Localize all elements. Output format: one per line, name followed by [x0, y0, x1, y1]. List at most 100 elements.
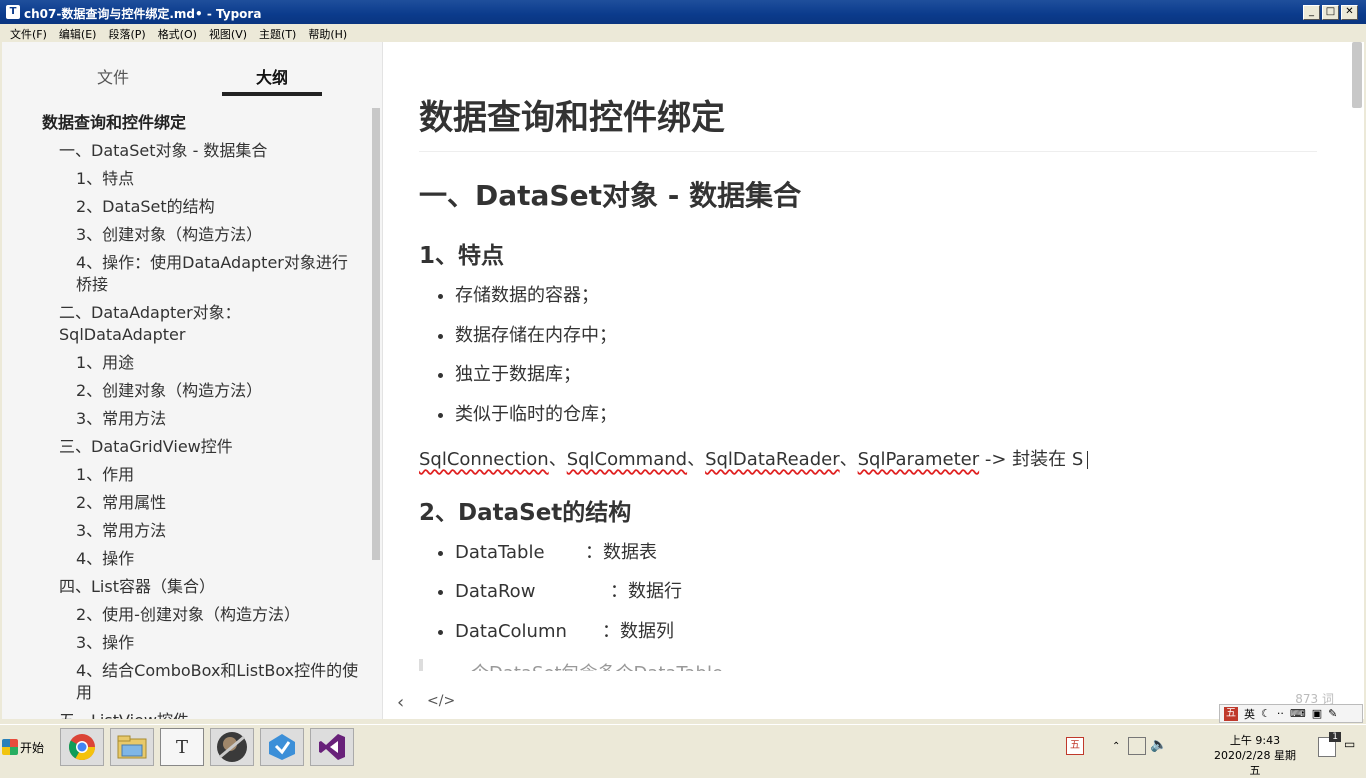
outline-item[interactable]: 1、特点 [42, 168, 362, 190]
sidebar-scrollbar[interactable] [372, 108, 380, 560]
separator: 、 [839, 448, 858, 470]
wrench-icon[interactable]: ✎ [1328, 707, 1337, 720]
menu-paragraph[interactable]: 段落(P) [102, 24, 151, 42]
list-item[interactable]: DataRow ：数据行 [455, 580, 1317, 604]
sidebar: 文件 大纲 数据查询和控件绑定 一、DataSet对象 - 数据集合 1、特点 2、D… [2, 42, 383, 719]
menu-format[interactable]: 格式(O) [152, 24, 203, 42]
game-icon[interactable] [210, 728, 254, 766]
definition: ：数据表 [585, 541, 657, 563]
outline-item[interactable]: 2、使用-创建对象（构造方法） [42, 604, 362, 626]
outline-item[interactable]: 1、作用 [42, 464, 362, 486]
ime-toolbar[interactable]: 五 英 ☾ ·· ⌨ ▣ ✎ [1219, 704, 1363, 723]
separator: 、 [687, 448, 706, 470]
moon-icon[interactable]: ☾ [1261, 707, 1271, 720]
paragraph-tail: -> 封装在 S [979, 448, 1084, 470]
separator: 、 [548, 448, 567, 470]
volume-icon[interactable]: 🔈 [1150, 737, 1167, 753]
toggle-sidebar-button[interactable]: ‹ [397, 692, 404, 713]
vs-installer-icon[interactable] [260, 728, 304, 766]
document-content[interactable]: 数据查询和控件绑定 一、DataSet对象 - 数据集合 1、特点 存储数据的容… [419, 90, 1317, 671]
term: DataTable [455, 541, 545, 563]
typora-icon[interactable]: T [160, 728, 204, 766]
text-cursor [1087, 450, 1089, 469]
feature-list: 存储数据的容器； 数据存储在内存中； 独立于数据库； 类似于临时的仓库； [419, 284, 1317, 427]
dots-icon[interactable]: ·· [1277, 707, 1284, 720]
network-icon[interactable] [1128, 737, 1146, 755]
outline-item[interactable]: 二、DataAdapter对象：SqlDataAdapter [42, 302, 362, 346]
outline-item[interactable]: 五、ListView控件 [42, 710, 362, 719]
chrome-icon[interactable] [60, 728, 104, 766]
heading-3-features[interactable]: 1、特点 [419, 236, 1317, 270]
outline-item[interactable]: 2、创建对象（构造方法） [42, 380, 362, 402]
typora-app-icon: T [6, 5, 20, 19]
typora-window: 文件 大纲 数据查询和控件绑定 一、DataSet对象 - 数据集合 1、特点 2、D… [2, 42, 1364, 719]
outline-item[interactable]: 1、用途 [42, 352, 362, 374]
clock-time: 上午 9:43 [1229, 734, 1281, 747]
notification-badge: 1 [1329, 732, 1341, 742]
list-item[interactable]: 独立于数据库； [455, 363, 1317, 387]
visual-studio-icon[interactable] [310, 728, 354, 766]
outline-item[interactable]: 4、操作：使用DataAdapter对象进行桥接 [42, 252, 362, 296]
spell-word: SqlDataReader [705, 448, 840, 470]
outline-item[interactable]: 四、List容器（集合） [42, 576, 362, 598]
spell-word: SqlCommand [566, 448, 688, 470]
keyboard-icon[interactable]: ⌨ [1290, 707, 1306, 720]
outline-item[interactable]: 3、操作 [42, 632, 362, 654]
structure-list: DataTable ：数据表 DataRow ：数据行 DataColumn ：数据列 [419, 541, 1317, 644]
clock[interactable]: 上午 9:43 2020/2/28 星期五 [1210, 733, 1300, 778]
list-item[interactable]: 数据存储在内存中； [455, 324, 1317, 348]
editor-scrollbar[interactable] [1352, 42, 1362, 108]
term: DataRow [455, 581, 536, 602]
menu-file[interactable]: 文件(F) [0, 24, 53, 42]
start-label: 开始 [20, 740, 45, 755]
outline-list: 数据查询和控件绑定 一、DataSet对象 - 数据集合 1、特点 2、DataSet… [42, 112, 362, 719]
outline-item[interactable]: 2、DataSet的结构 [42, 196, 362, 218]
minimize-button[interactable]: _ [1303, 5, 1320, 20]
heading-1[interactable]: 数据查询和控件绑定 [419, 90, 1317, 152]
paragraph-classes[interactable]: SqlConnection、SqlCommand、SqlDataReader、S… [419, 445, 1317, 471]
menu-edit[interactable]: 编辑(E) [53, 24, 103, 42]
blockquote[interactable]: 一个DataSet包含多个DataTable [419, 659, 1317, 671]
clock-date: 2020/2/28 星期五 [1214, 749, 1296, 777]
system-tray: 五 ⌃ 🔈 上午 9:43 2020/2/28 星期五 1 ▭ [1062, 731, 1362, 777]
spell-word: SqlParameter [857, 448, 980, 470]
maximize-button[interactable]: □ [1322, 5, 1339, 20]
editor[interactable]: 数据查询和控件绑定 一、DataSet对象 - 数据集合 1、特点 存储数据的容… [383, 42, 1364, 719]
outline-item[interactable]: 2、常用属性 [42, 492, 362, 514]
outline-item[interactable]: 3、常用方法 [42, 520, 362, 542]
heading-2-dataset[interactable]: 一、DataSet对象 - 数据集合 [419, 174, 1317, 214]
shirt-icon[interactable]: ▣ [1312, 707, 1322, 720]
outline-item[interactable]: 三、DataGridView控件 [42, 436, 362, 458]
close-button[interactable]: ✕ [1341, 5, 1358, 20]
tab-files[interactable]: 文件 [63, 64, 163, 88]
ime-logo-icon[interactable]: 五 [1224, 706, 1238, 721]
outline-item[interactable]: 一、DataSet对象 - 数据集合 [42, 140, 362, 162]
outline-item[interactable]: 3、创建对象（构造方法） [42, 224, 362, 246]
outline-item[interactable]: 4、结合ComboBox和ListBox控件的使用 [42, 660, 362, 704]
explorer-icon[interactable] [110, 728, 154, 766]
list-item[interactable]: 类似于临时的仓库； [455, 403, 1317, 427]
menu-theme[interactable]: 主题(T) [253, 24, 302, 42]
outline-item[interactable]: 数据查询和控件绑定 [42, 112, 362, 134]
title-bar: T ch07-数据查询与控件绑定.md• - Typora _ □ ✕ [0, 0, 1366, 24]
menu-help[interactable]: 帮助(H) [302, 24, 353, 42]
list-item[interactable]: 存储数据的容器； [455, 284, 1317, 308]
definition: ：数据行 [610, 581, 682, 602]
heading-3-structure[interactable]: 2、DataSet的结构 [419, 493, 1317, 527]
ime-language[interactable]: 英 [1244, 706, 1255, 722]
ime-tray-icon[interactable]: 五 [1066, 737, 1084, 755]
start-button[interactable]: 开始 [2, 731, 48, 763]
source-mode-button[interactable]: </> [427, 693, 455, 709]
tab-outline[interactable]: 大纲 [222, 64, 322, 88]
outline-item[interactable]: 3、常用方法 [42, 408, 362, 430]
menu-view[interactable]: 视图(V) [203, 24, 253, 42]
list-item[interactable]: DataColumn ：数据列 [455, 620, 1317, 644]
action-center-icon[interactable]: 1 [1318, 732, 1341, 757]
list-item[interactable]: DataTable ：数据表 [455, 541, 1317, 565]
term: DataColumn [455, 620, 567, 642]
active-tab-indicator [222, 92, 322, 96]
show-hidden-icons-icon[interactable]: ⌃ [1112, 741, 1120, 752]
outline-item[interactable]: 4、操作 [42, 548, 362, 570]
sidebar-tabs: 文件 大纲 [42, 42, 332, 100]
show-desktop-icon[interactable]: ▭ [1344, 737, 1355, 751]
